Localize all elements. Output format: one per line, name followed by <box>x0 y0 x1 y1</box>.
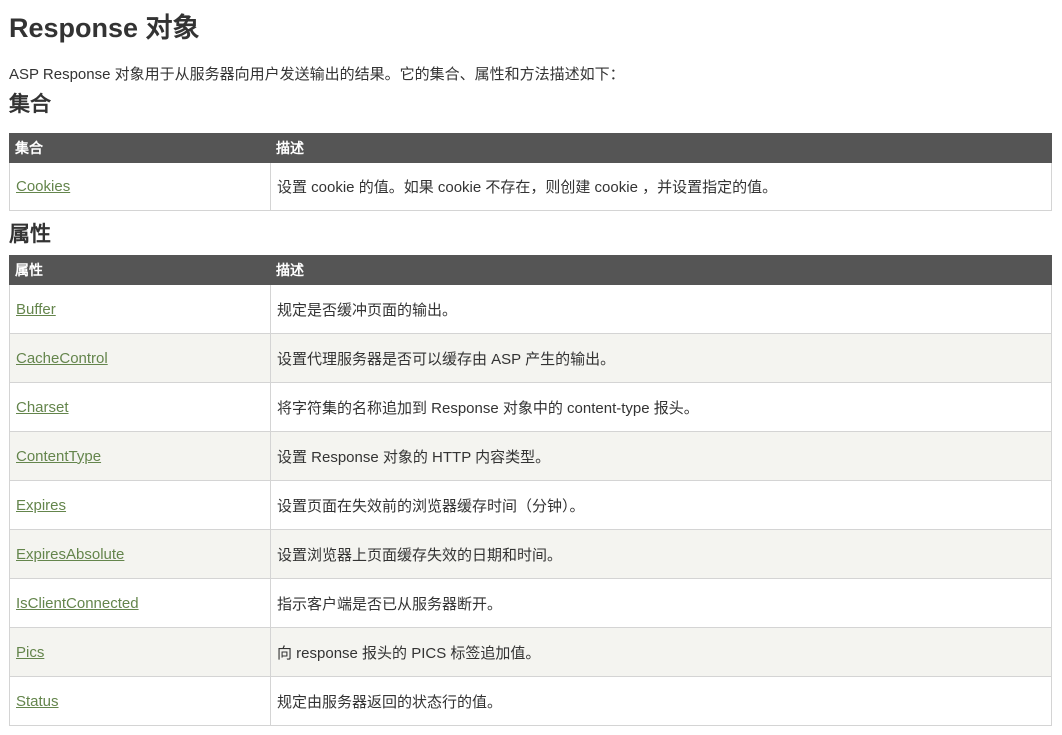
table-cell-name: CacheControl <box>9 333 271 383</box>
link-expiresabsolute[interactable]: ExpiresAbsolute <box>16 546 124 563</box>
properties-table: 属性 描述 Buffer 规定是否缓冲页面的输出。 CacheControl 设… <box>9 255 1052 726</box>
table-cell-description: 规定由服务器返回的状态行的值。 <box>270 676 1052 726</box>
table-cell-name: ContentType <box>9 431 271 481</box>
link-expires[interactable]: Expires <box>16 497 66 514</box>
link-contenttype[interactable]: ContentType <box>16 448 101 465</box>
page-title: Response 对象 <box>9 13 200 43</box>
table-row: Cookies 设置 cookie 的值。如果 cookie 不存在，则创建 c… <box>9 162 1052 211</box>
link-pics[interactable]: Pics <box>16 644 44 661</box>
collections-table: 集合 描述 Cookies 设置 cookie 的值。如果 cookie 不存在… <box>9 133 1052 211</box>
link-cachecontrol[interactable]: CacheControl <box>16 350 108 367</box>
table-row: IsClientConnected 指示客户端是否已从服务器断开。 <box>9 578 1052 628</box>
table-cell-description: 规定是否缓冲页面的输出。 <box>270 284 1052 334</box>
table-cell-name: Buffer <box>9 284 271 334</box>
table-row: Charset 将字符集的名称追加到 Response 对象中的 content… <box>9 382 1052 432</box>
table-header-row: 集合 描述 <box>9 133 1052 163</box>
table-cell-description: 设置 Response 对象的 HTTP 内容类型。 <box>270 431 1052 481</box>
table-cell-name: Status <box>9 676 271 726</box>
section-title-properties: 属性 <box>9 223 51 246</box>
table-cell-description: 设置 cookie 的值。如果 cookie 不存在，则创建 cookie ，并… <box>270 162 1052 211</box>
table-cell-name: ExpiresAbsolute <box>9 529 271 579</box>
link-isclientconnected[interactable]: IsClientConnected <box>16 595 139 612</box>
table-cell-name: Expires <box>9 480 271 530</box>
table-cell-name: IsClientConnected <box>9 578 271 628</box>
table-row: Status 规定由服务器返回的状态行的值。 <box>9 676 1052 726</box>
table-row: Pics 向 response 报头的 PICS 标签追加值。 <box>9 627 1052 677</box>
table-row: Expires 设置页面在失效前的浏览器缓存时间（分钟）。 <box>9 480 1052 530</box>
content: Response 对象 ASP Response 对象用于从服务器向用户发送输出… <box>9 0 1052 726</box>
table-cell-description: 将字符集的名称追加到 Response 对象中的 content-type 报头… <box>270 382 1052 432</box>
table-cell-description: 设置浏览器上页面缓存失效的日期和时间。 <box>270 529 1052 579</box>
table-cell-description: 设置页面在失效前的浏览器缓存时间（分钟）。 <box>270 480 1052 530</box>
column-header-description: 描述 <box>270 133 1052 163</box>
table-header-row: 属性 描述 <box>9 255 1052 285</box>
link-cookies[interactable]: Cookies <box>16 178 70 195</box>
table-cell-description: 指示客户端是否已从服务器断开。 <box>270 578 1052 628</box>
section-title-collections: 集合 <box>9 93 51 116</box>
table-row: ExpiresAbsolute 设置浏览器上页面缓存失效的日期和时间。 <box>9 529 1052 579</box>
link-charset[interactable]: Charset <box>16 399 69 416</box>
link-buffer[interactable]: Buffer <box>16 301 56 318</box>
table-row: CacheControl 设置代理服务器是否可以缓存由 ASP 产生的输出。 <box>9 333 1052 383</box>
column-header-collection: 集合 <box>9 133 271 163</box>
column-header-description: 描述 <box>270 255 1052 285</box>
table-row: ContentType 设置 Response 对象的 HTTP 内容类型。 <box>9 431 1052 481</box>
intro-text: ASP Response 对象用于从服务器向用户发送输出的结果。它的集合、属性和… <box>9 66 625 83</box>
table-row: Buffer 规定是否缓冲页面的输出。 <box>9 284 1052 334</box>
table-cell-name: Charset <box>9 382 271 432</box>
column-header-property: 属性 <box>9 255 271 285</box>
table-cell-name: Cookies <box>9 162 271 211</box>
table-cell-description: 设置代理服务器是否可以缓存由 ASP 产生的输出。 <box>270 333 1052 383</box>
table-cell-name: Pics <box>9 627 271 677</box>
link-status[interactable]: Status <box>16 693 59 710</box>
table-cell-description: 向 response 报头的 PICS 标签追加值。 <box>270 627 1052 677</box>
